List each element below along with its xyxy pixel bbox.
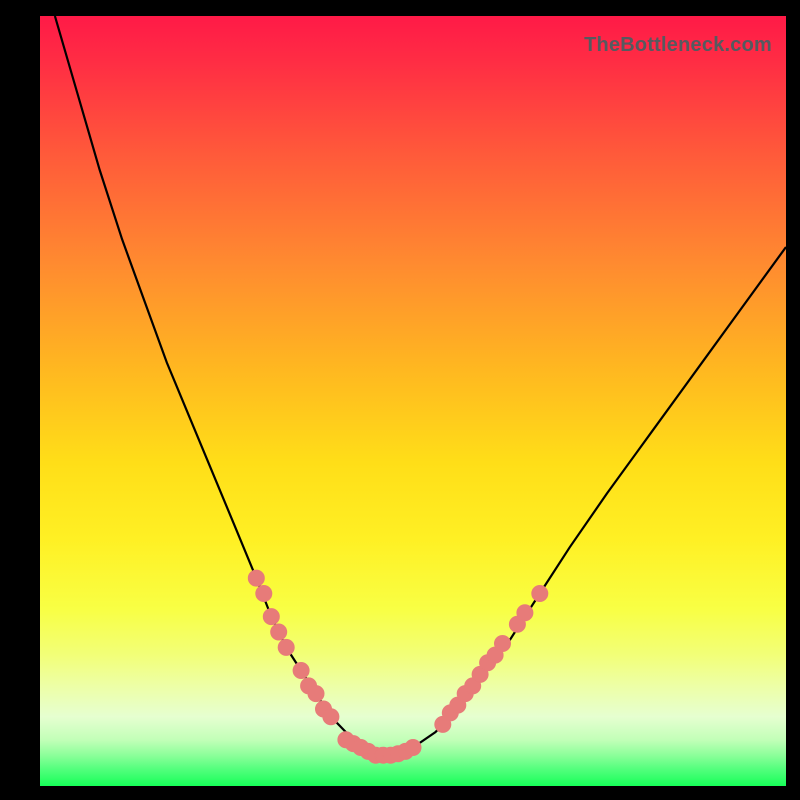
- marker-point: [271, 624, 287, 640]
- marker-point: [405, 740, 421, 756]
- marker-point: [248, 570, 264, 586]
- marker-point: [532, 586, 548, 602]
- chart-plot-area: TheBottleneck.com: [40, 16, 786, 786]
- marker-group: [248, 570, 548, 763]
- marker-point: [256, 586, 272, 602]
- marker-point: [293, 663, 309, 679]
- marker-point: [323, 709, 339, 725]
- marker-point: [308, 686, 324, 702]
- bottleneck-curve: [55, 16, 786, 755]
- chart-svg: [40, 16, 786, 786]
- marker-point: [278, 639, 294, 655]
- marker-point: [517, 605, 533, 621]
- watermark-label: TheBottleneck.com: [584, 34, 772, 57]
- marker-point: [495, 636, 511, 652]
- marker-point: [263, 609, 279, 625]
